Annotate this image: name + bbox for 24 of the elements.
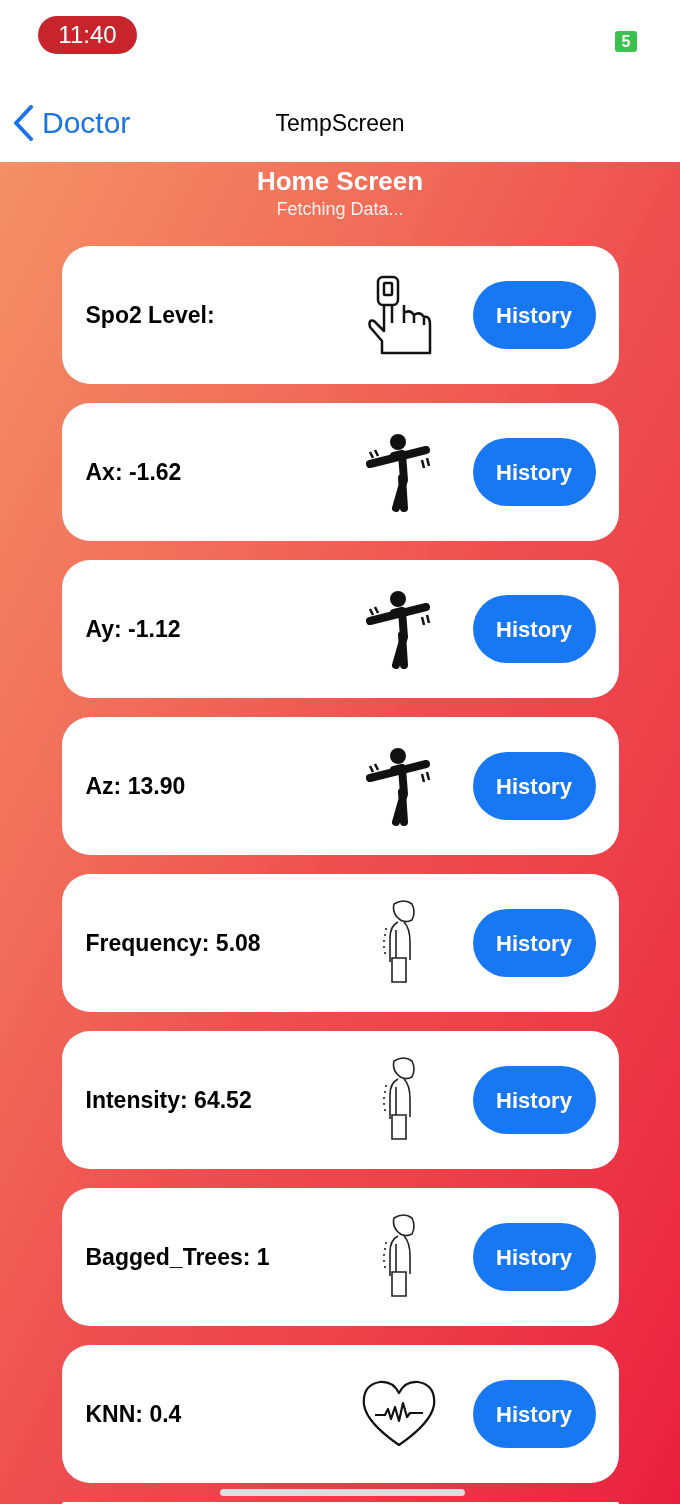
- history-button[interactable]: History: [472, 909, 596, 977]
- time-badge: 11:40: [38, 16, 137, 54]
- history-button[interactable]: History: [472, 1066, 596, 1134]
- history-button[interactable]: History: [472, 281, 596, 349]
- metric-label: Az: 13.90: [85, 771, 187, 801]
- screen-title: TempScreen: [275, 109, 405, 138]
- history-button[interactable]: History: [472, 1223, 596, 1291]
- history-button[interactable]: History: [472, 438, 596, 506]
- header-title: Home Screen: [256, 166, 424, 196]
- back-link[interactable]: Doctor: [12, 100, 131, 145]
- heart-pulse-icon: [360, 1379, 437, 1449]
- metric-label: Ax: -1.62: [85, 457, 183, 487]
- history-button[interactable]: History: [472, 595, 596, 663]
- history-button[interactable]: History: [472, 1380, 596, 1448]
- metric-label: Ay: -1.12: [85, 614, 182, 644]
- history-button[interactable]: History: [472, 752, 596, 820]
- metric-label: Frequency: 5.08: [85, 928, 262, 958]
- back-chevron-icon: [12, 104, 34, 141]
- metric-label: Intensity: 64.52: [85, 1085, 253, 1115]
- metric-label: KNN: 0.4: [85, 1399, 183, 1429]
- battery-icon: 5: [615, 31, 637, 52]
- status-text: Fetching Data...: [276, 198, 404, 220]
- metric-label: Spo2 Level:: [85, 300, 216, 330]
- metric-label: Bagged_Trees: 1: [85, 1242, 271, 1272]
